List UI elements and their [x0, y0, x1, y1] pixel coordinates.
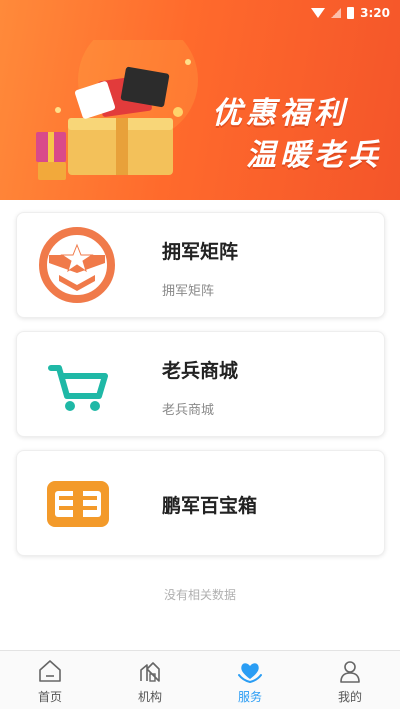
service-card-army-matrix[interactable]: 拥军矩阵 拥军矩阵	[16, 212, 385, 318]
shield-star-icon	[39, 227, 115, 303]
tab-service[interactable]: 服务	[200, 651, 300, 709]
promo-banner[interactable]: 3:20 优惠福利 温暖老兵	[0, 0, 400, 200]
tab-label: 首页	[37, 690, 62, 704]
service-list: 拥军矩阵 拥军矩阵 老兵商城 老兵商城 鹏军百宝箱 没有相关数据	[0, 200, 400, 650]
tab-home[interactable]: 首页	[0, 651, 100, 709]
shopping-cart-icon	[48, 365, 108, 411]
home-icon	[39, 660, 61, 682]
status-time: 3:20	[360, 6, 390, 20]
treasure-chest-icon	[47, 481, 109, 527]
card-title: 拥军矩阵	[162, 241, 239, 263]
battery-icon	[347, 7, 355, 19]
user-icon	[340, 661, 360, 683]
status-bar: 3:20	[0, 0, 400, 26]
tab-profile[interactable]: 我的	[300, 651, 400, 709]
tab-label: 服务	[237, 690, 262, 704]
card-subtitle: 拥军矩阵	[162, 284, 215, 299]
empty-state-text: 没有相关数据	[163, 588, 236, 602]
card-title: 老兵商城	[162, 360, 239, 382]
card-subtitle: 老兵商城	[162, 403, 215, 418]
banner-headline-1: 优惠福利	[212, 96, 348, 131]
bottom-tab-bar: 首页 机构 服务 我的	[0, 650, 400, 709]
banner-headline-2: 温暖老兵	[246, 138, 382, 173]
gift-illustration	[36, 40, 198, 180]
tab-label: 我的	[337, 690, 362, 704]
heart-hands-icon	[238, 663, 262, 684]
signal-icon	[331, 8, 342, 18]
service-card-veteran-mall[interactable]: 老兵商城 老兵商城	[16, 331, 385, 437]
building-icon	[140, 662, 160, 682]
wifi-icon	[311, 8, 326, 18]
service-card-treasure-box[interactable]: 鹏军百宝箱	[16, 450, 385, 556]
tab-label: 机构	[137, 690, 162, 704]
card-title: 鹏军百宝箱	[162, 495, 258, 517]
tab-organization[interactable]: 机构	[100, 651, 200, 709]
